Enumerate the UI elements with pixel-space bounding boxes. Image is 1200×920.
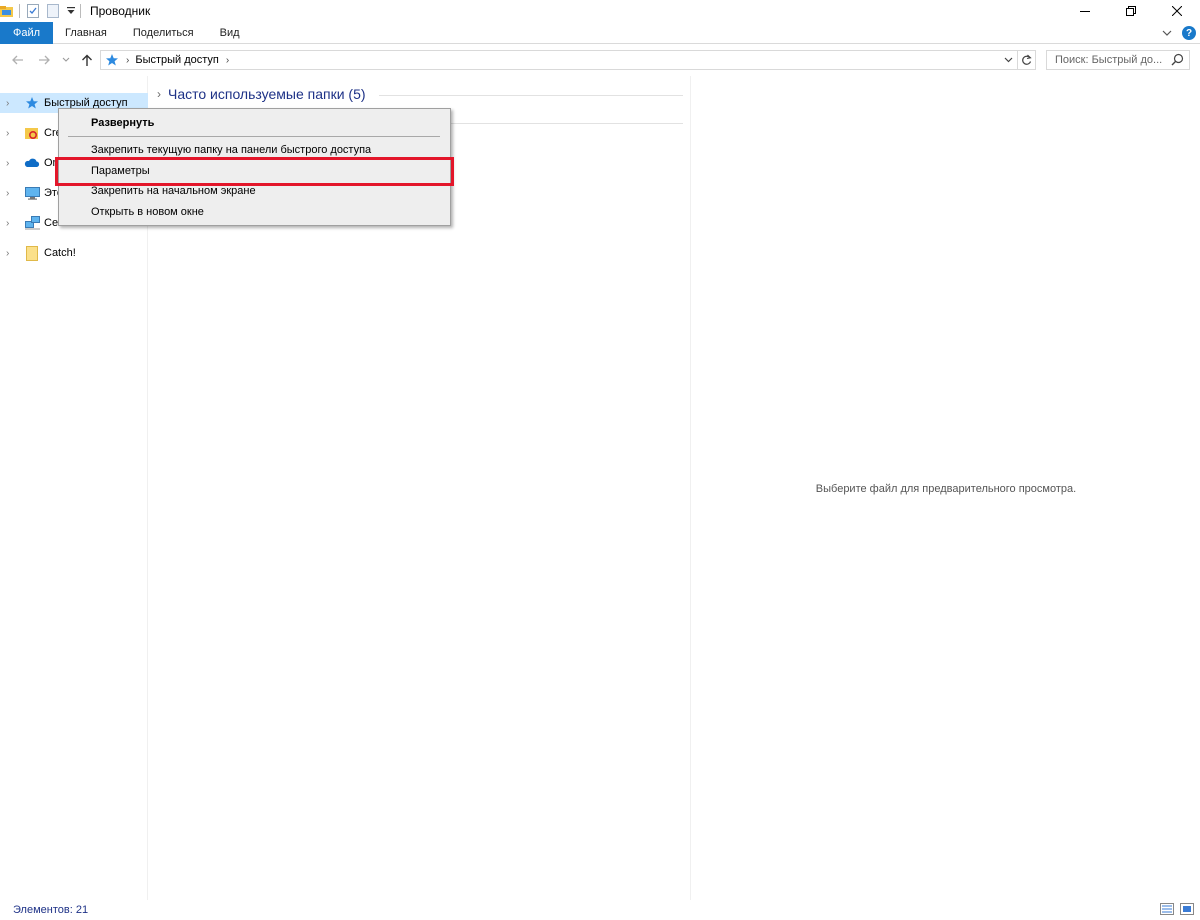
minimize-button[interactable] xyxy=(1062,0,1108,22)
help-icon[interactable]: ? xyxy=(1182,26,1196,40)
quick-access-star-icon xyxy=(105,53,119,67)
folder-icon xyxy=(24,245,40,261)
view-buttons xyxy=(1160,903,1194,918)
new-folder-icon[interactable] xyxy=(47,0,59,22)
menu-separator xyxy=(68,136,440,137)
this-pc-icon xyxy=(24,185,40,201)
forward-arrow-icon[interactable] xyxy=(36,50,52,70)
tab-file[interactable]: Файл xyxy=(0,21,53,44)
group-divider xyxy=(379,95,683,96)
restore-button[interactable] xyxy=(1108,0,1154,22)
address-dropdown-chevron-icon[interactable] xyxy=(1001,52,1015,68)
refresh-icon[interactable] xyxy=(1018,50,1036,70)
search-icon[interactable] xyxy=(1171,53,1184,69)
recent-locations-chevron-icon[interactable] xyxy=(60,50,72,70)
creative-cloud-icon xyxy=(24,125,40,141)
nav-item-label: Catch! xyxy=(44,247,76,259)
breadcrumb-separator-icon[interactable]: › xyxy=(126,55,129,66)
search-placeholder: Поиск: Быстрый до... xyxy=(1055,54,1163,66)
explorer-folder-icon[interactable] xyxy=(0,0,14,22)
expand-ribbon-chevron-icon[interactable] xyxy=(1162,26,1172,40)
expand-chevron-icon[interactable]: › xyxy=(6,218,16,229)
expand-chevron-icon[interactable]: › xyxy=(6,248,16,259)
title-bar: Проводник xyxy=(0,0,1200,22)
up-arrow-icon[interactable] xyxy=(78,50,96,70)
options-highlight-box xyxy=(55,157,454,186)
group-expand-chevron-icon[interactable]: › xyxy=(157,87,161,101)
network-icon xyxy=(24,215,40,231)
breadcrumb-quick-access[interactable]: Быстрый доступ xyxy=(135,54,219,66)
nav-item-catch[interactable]: › Catch! xyxy=(0,243,148,263)
onedrive-icon xyxy=(24,155,40,171)
quick-access-toolbar xyxy=(0,0,86,22)
expand-chevron-icon[interactable]: › xyxy=(6,98,16,109)
item-count: Элементов: 21 xyxy=(13,904,89,916)
preview-message: Выберите файл для предварительного просм… xyxy=(815,483,1077,495)
details-view-icon[interactable] xyxy=(1160,903,1174,918)
toolbar-divider xyxy=(80,4,81,18)
tab-home[interactable]: Главная xyxy=(53,22,120,44)
tab-share[interactable]: Поделиться xyxy=(120,22,207,44)
frequent-folders-group-header[interactable]: › Часто используемые папки (5) xyxy=(157,86,366,102)
window-controls xyxy=(1062,0,1200,22)
expand-chevron-icon[interactable]: › xyxy=(6,188,16,199)
preview-pane: Выберите файл для предварительного просм… xyxy=(692,76,1200,900)
star-icon xyxy=(24,95,40,111)
ribbon-tabs: Файл Главная Поделиться Вид ? xyxy=(0,21,1200,44)
ribbon-right-controls: ? xyxy=(1162,22,1196,44)
close-button[interactable] xyxy=(1154,0,1200,22)
status-bar: Элементов: 21 xyxy=(0,900,1200,920)
breadcrumb-separator-icon[interactable]: › xyxy=(226,55,229,66)
properties-icon[interactable] xyxy=(27,0,39,22)
address-bar[interactable]: › Быстрый доступ › xyxy=(100,50,1018,70)
menu-item-open-in-new-window[interactable]: Открыть в новом окне xyxy=(61,202,448,222)
large-icons-view-icon[interactable] xyxy=(1180,903,1194,918)
menu-item-expand[interactable]: Развернуть xyxy=(61,113,448,133)
back-arrow-icon[interactable] xyxy=(10,50,26,70)
expand-chevron-icon[interactable]: › xyxy=(6,128,16,139)
navigation-bar: › Быстрый доступ › Поиск: Быстрый до... xyxy=(0,44,1200,76)
toolbar-divider xyxy=(19,4,20,18)
customize-toolbar-dropdown-icon[interactable] xyxy=(67,0,75,22)
group-title: Часто используемые папки (5) xyxy=(168,86,366,102)
search-input[interactable]: Поиск: Быстрый до... xyxy=(1046,50,1190,70)
expand-chevron-icon[interactable]: › xyxy=(6,158,16,169)
tab-view[interactable]: Вид xyxy=(207,22,253,44)
window-title: Проводник xyxy=(90,4,151,18)
